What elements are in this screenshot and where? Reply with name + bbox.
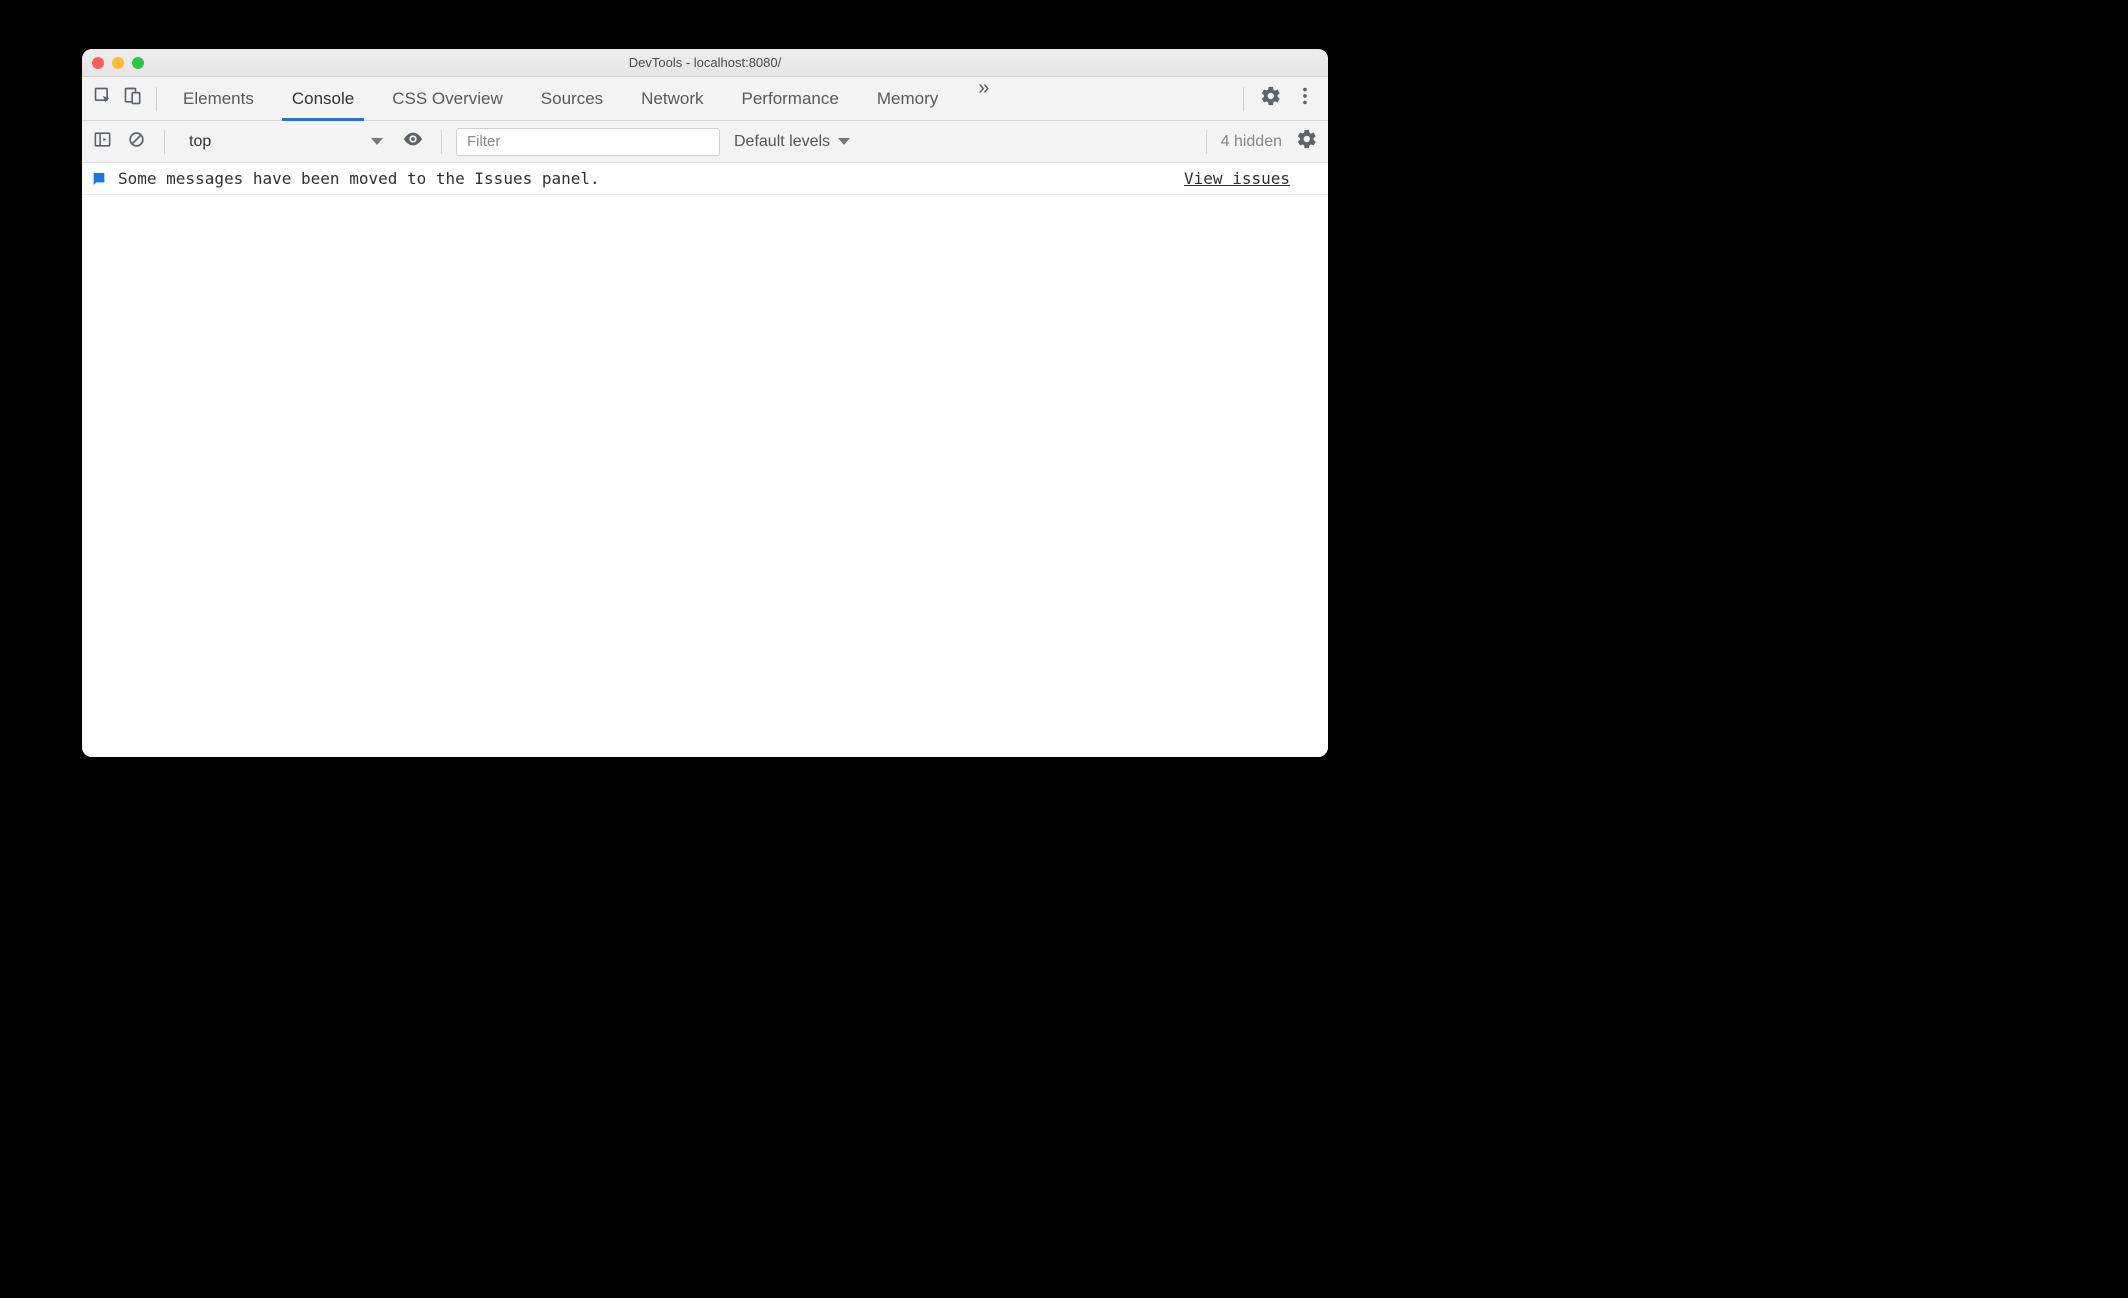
window-title: DevTools - localhost:8080/ [82,55,1328,70]
tab-label: Console [292,89,354,109]
separator [441,130,442,154]
log-levels-select[interactable]: Default levels [734,133,850,151]
settings-button[interactable] [1256,84,1286,114]
separator [1206,130,1207,154]
panel-tabs: Elements Console CSS Overview Sources Ne… [179,77,1235,120]
titlebar: DevTools - localhost:8080/ [82,49,1328,77]
gear-icon [1260,85,1282,112]
inspect-element-button[interactable] [88,84,118,114]
window-minimize-button[interactable] [112,57,124,69]
gear-icon [1296,128,1318,155]
separator [156,87,157,111]
tab-css-overview[interactable]: CSS Overview [388,77,507,120]
issues-icon [90,170,108,188]
tab-elements[interactable]: Elements [179,77,258,120]
caret-down-icon [371,138,383,145]
issues-message-text: Some messages have been moved to the Iss… [118,169,1184,188]
live-expression-button[interactable] [399,128,427,156]
tab-label: Memory [877,89,938,109]
more-options-button[interactable] [1290,84,1320,114]
toggle-console-sidebar-button[interactable] [88,128,116,156]
clear-console-button[interactable] [122,128,150,156]
window-zoom-button[interactable] [132,57,144,69]
tab-console[interactable]: Console [288,77,358,120]
view-issues-link[interactable]: View issues [1184,169,1290,188]
inspect-icon [93,86,113,111]
device-toolbar-button[interactable] [118,84,148,114]
tab-label: Sources [541,89,603,109]
caret-down-icon [838,138,850,145]
separator [164,130,165,154]
tab-label: Elements [183,89,254,109]
chevron-double-right-icon: » [978,77,989,99]
tab-label: Performance [742,89,839,109]
issues-message-row: Some messages have been moved to the Iss… [82,163,1328,195]
tabstrip-right-tools [1235,84,1322,114]
tab-label: CSS Overview [392,89,503,109]
separator [1243,87,1244,111]
main-tabstrip: Elements Console CSS Overview Sources Ne… [82,77,1328,121]
more-tabs-button[interactable]: » [972,77,995,120]
console-toolbar: top Default levels 4 hidden [82,121,1328,163]
window-close-button[interactable] [92,57,104,69]
console-settings-button[interactable] [1292,127,1322,157]
devtools-window: DevTools - localhost:8080/ Elements Con [82,49,1328,757]
eye-icon [402,128,424,155]
tab-network[interactable]: Network [637,77,707,120]
kebab-icon [1294,85,1316,112]
filter-input[interactable] [456,128,720,156]
console-body[interactable] [82,195,1328,757]
sidebar-toggle-icon [93,130,112,154]
tab-sources[interactable]: Sources [537,77,607,120]
traffic-lights [82,57,144,69]
context-label: top [189,133,211,151]
execution-context-select[interactable]: top [179,128,393,156]
clear-icon [127,130,146,154]
tab-performance[interactable]: Performance [738,77,843,120]
tab-label: Network [641,89,703,109]
hidden-messages-count[interactable]: 4 hidden [1221,133,1282,151]
tab-memory[interactable]: Memory [873,77,942,120]
device-icon [123,86,143,111]
levels-label: Default levels [734,133,830,151]
